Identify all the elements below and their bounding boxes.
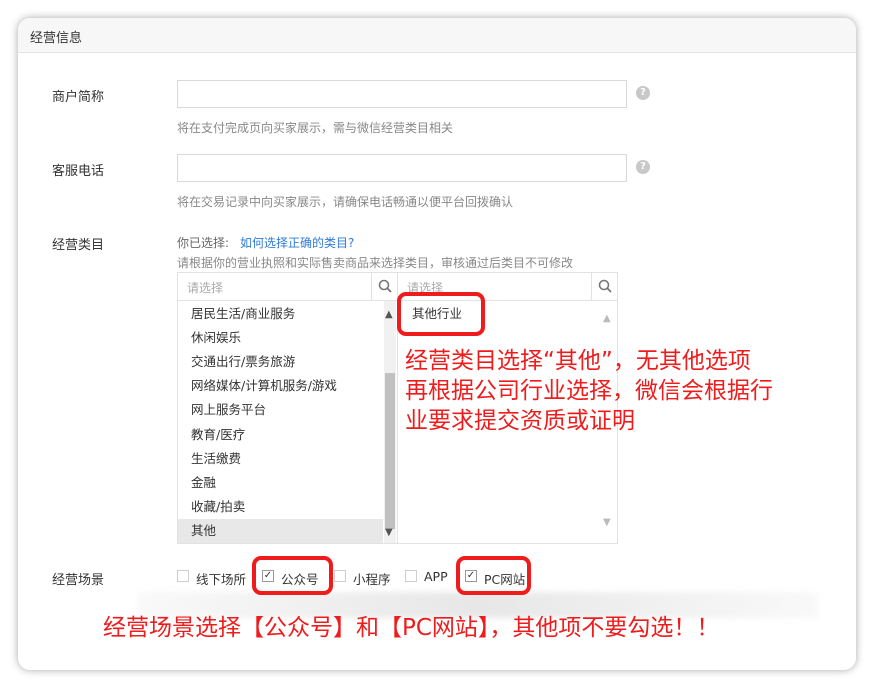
scroll-up-icon[interactable]: ▲ — [385, 309, 393, 320]
scene-checkbox-mini-program[interactable] — [334, 570, 346, 582]
scene-checkbox-offline[interactable] — [177, 570, 189, 582]
scene-option-label: 小程序 — [353, 572, 391, 587]
category-item[interactable]: 生活缴费 — [178, 447, 383, 471]
highlight-box-official-account — [252, 556, 333, 595]
scroll-up-icon[interactable]: ▲ — [603, 313, 611, 324]
category-hint: 请根据你的营业执照和实际售卖商品来选择类目，审核通过后类目不可修改 — [177, 256, 574, 270]
category-item[interactable]: 网上服务平台 — [178, 398, 383, 422]
category-item[interactable]: 居民生活/商业服务 — [178, 302, 383, 326]
scene-checkbox-app[interactable] — [405, 570, 417, 582]
category-item[interactable]: 金融 — [178, 471, 383, 495]
category-help-link[interactable]: 如何选择正确的类目? — [240, 234, 354, 251]
scene-option-label: APP — [424, 569, 448, 584]
merchant-name-input[interactable] — [177, 80, 627, 108]
category-level1-scrollbar[interactable]: ▲ ▼ — [384, 301, 396, 543]
service-phone-hint: 将在交易记录中向买家展示，请确保电话畅通以便平台回拨确认 — [177, 195, 514, 209]
card-header: 经营信息 — [18, 18, 856, 53]
scene-annotation: 经营场景选择【公众号】和【PC网站】，其他项不要勾选！！ — [103, 615, 720, 641]
category-level1-search[interactable]: 请选择 — [178, 273, 397, 301]
service-phone-input[interactable] — [177, 154, 627, 182]
category-item[interactable]: 网络媒体/计算机服务/游戏 — [178, 374, 383, 398]
category-item[interactable]: 休闲娱乐 — [178, 326, 383, 350]
service-phone-label: 客服电话 — [52, 164, 105, 179]
category-item[interactable]: 收藏/拍卖 — [178, 495, 383, 519]
highlight-box-other-industry — [397, 292, 485, 336]
category-item-selected[interactable]: 其他 — [178, 519, 383, 543]
section-title: 经营信息 — [30, 31, 83, 46]
search-icon — [378, 279, 392, 293]
category-item[interactable]: 交通出行/票务旅游 — [178, 350, 383, 374]
category-item[interactable]: 教育/医疗 — [178, 423, 383, 447]
scroll-down-icon[interactable]: ▼ — [603, 517, 611, 528]
search-icon — [598, 279, 612, 293]
scroll-down-icon[interactable]: ▼ — [385, 527, 393, 538]
highlight-box-pc-website — [456, 556, 531, 595]
category-annotation-line3: 业要求提交资质或证明 — [405, 408, 635, 434]
category-level1-search-button[interactable] — [371, 273, 397, 300]
merchant-name-label: 商户简称 — [52, 90, 105, 105]
category-label: 经营类目 — [52, 238, 105, 253]
merchant-name-hint: 将在支付完成页向买家展示，需与微信经营类目相关 — [177, 121, 454, 135]
scene-option-label: 线下场所 — [196, 572, 247, 587]
question-circle-icon[interactable]: ? — [636, 160, 650, 174]
scrollbar-thumb[interactable] — [385, 373, 395, 529]
category-level1-panel: 请选择 居民生活/商业服务 休闲娱乐 交通出行/票务旅游 网络媒体/计算机服务/… — [177, 272, 398, 544]
category-selected-prefix: 你已选择: — [177, 236, 230, 250]
scene-label: 经营场景 — [52, 573, 105, 588]
category-annotation-line1: 经营类目选择“其他”，无其他选项 — [405, 348, 751, 374]
question-circle-icon[interactable]: ? — [636, 86, 650, 100]
category-level1-search-placeholder: 请选择 — [187, 281, 224, 295]
category-annotation-line2: 再根据公司行业选择，微信会根据行 — [405, 378, 773, 404]
category-level2-search-button[interactable] — [591, 273, 617, 300]
